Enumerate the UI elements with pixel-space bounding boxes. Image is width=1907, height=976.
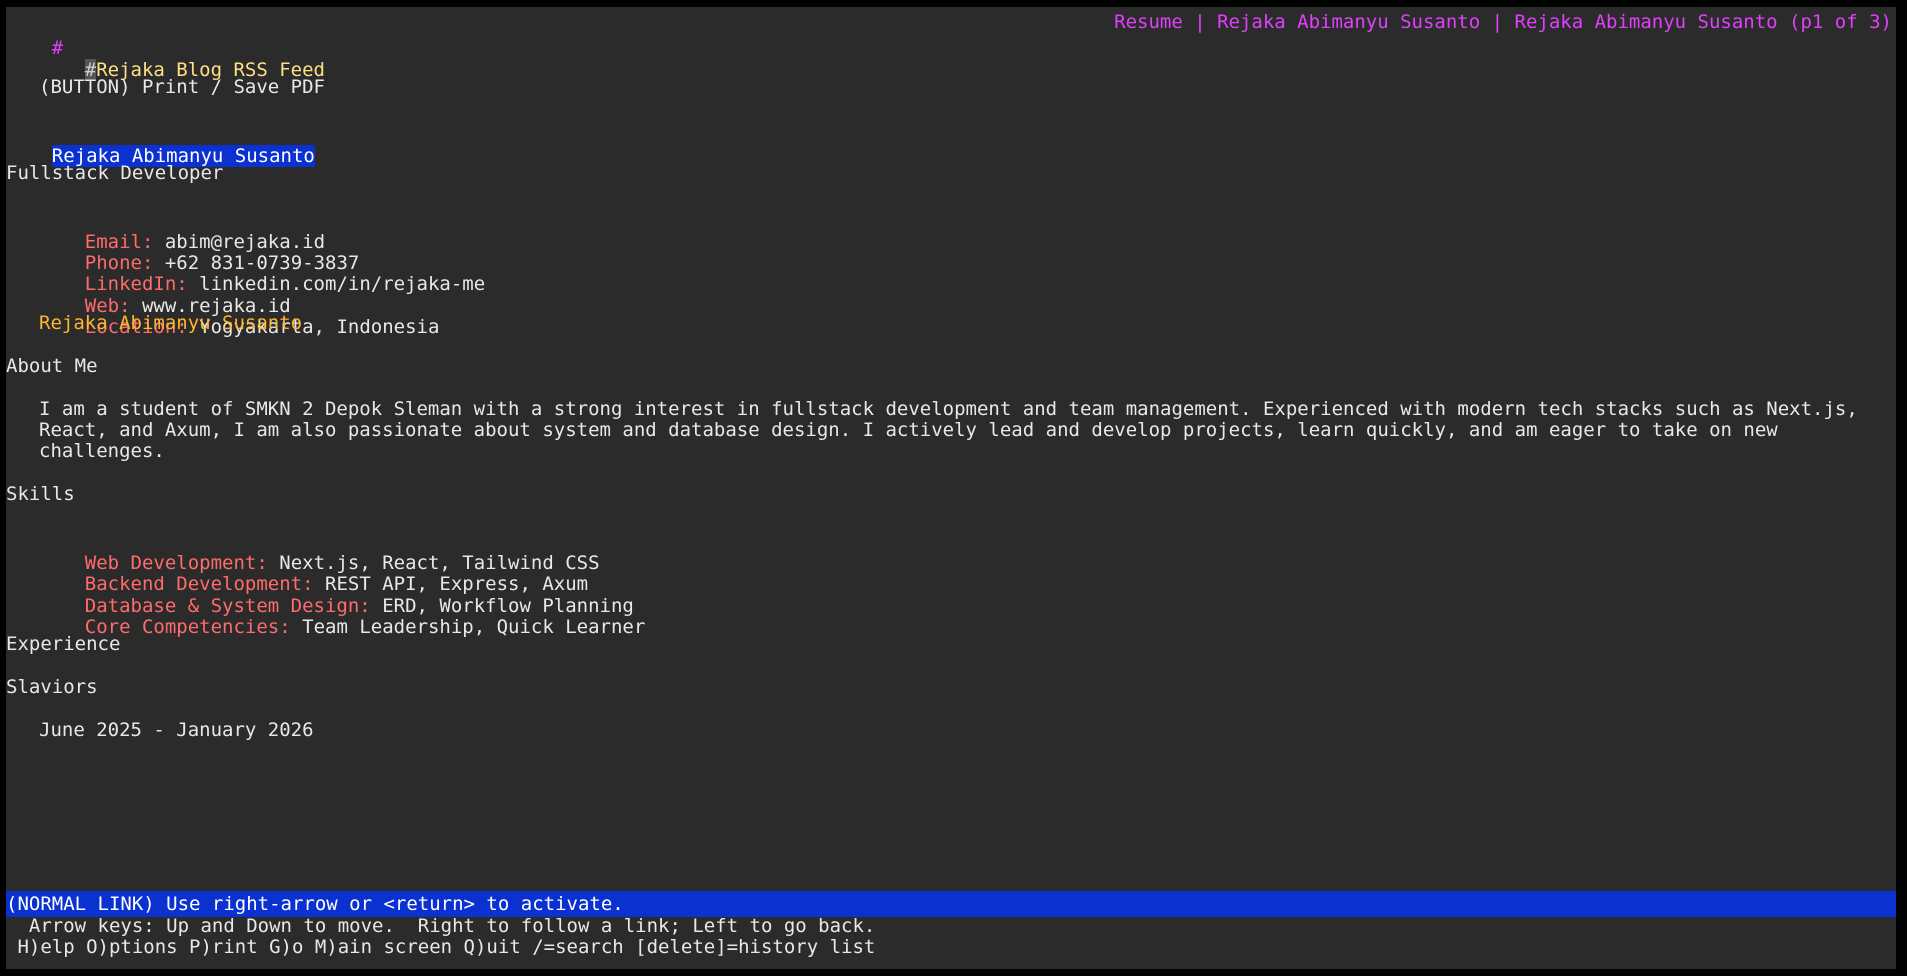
- skill-item: Core Competencies: Team Leadership, Quic…: [6, 588, 646, 638]
- lynx-terminal: # Resume | Rejaka Abimanyu Susanto | Rej…: [6, 7, 1896, 969]
- page-title: Resume | Rejaka Abimanyu Susanto | Rejak…: [1114, 11, 1892, 33]
- role-text: Fullstack Developer: [6, 162, 224, 184]
- print-save-pdf-button[interactable]: (BUTTON) Print / Save PDF: [6, 74, 325, 100]
- skill-value: Team Leadership, Quick Learner: [302, 616, 646, 638]
- about-line: challenges.: [39, 440, 165, 462]
- about-heading: About Me: [6, 355, 98, 377]
- name-link-row: Rejaka Abimanyu Susanto: [6, 117, 315, 167]
- experience-period: June 2025 - January 2026: [39, 719, 314, 741]
- skills-heading: Skills: [6, 483, 75, 505]
- experience-company: Slaviors: [6, 676, 98, 698]
- rss-feed-link[interactable]: #Rejaka Blog RSS Feed: [6, 31, 325, 81]
- about-line: React, and Axum, I am also passionate ab…: [39, 419, 1778, 441]
- name-link[interactable]: Rejaka Abimanyu Susanto: [6, 310, 302, 336]
- command-menu: H)elp O)ptions P)rint G)o M)ain screen Q…: [6, 936, 876, 958]
- experience-heading: Experience: [6, 633, 121, 655]
